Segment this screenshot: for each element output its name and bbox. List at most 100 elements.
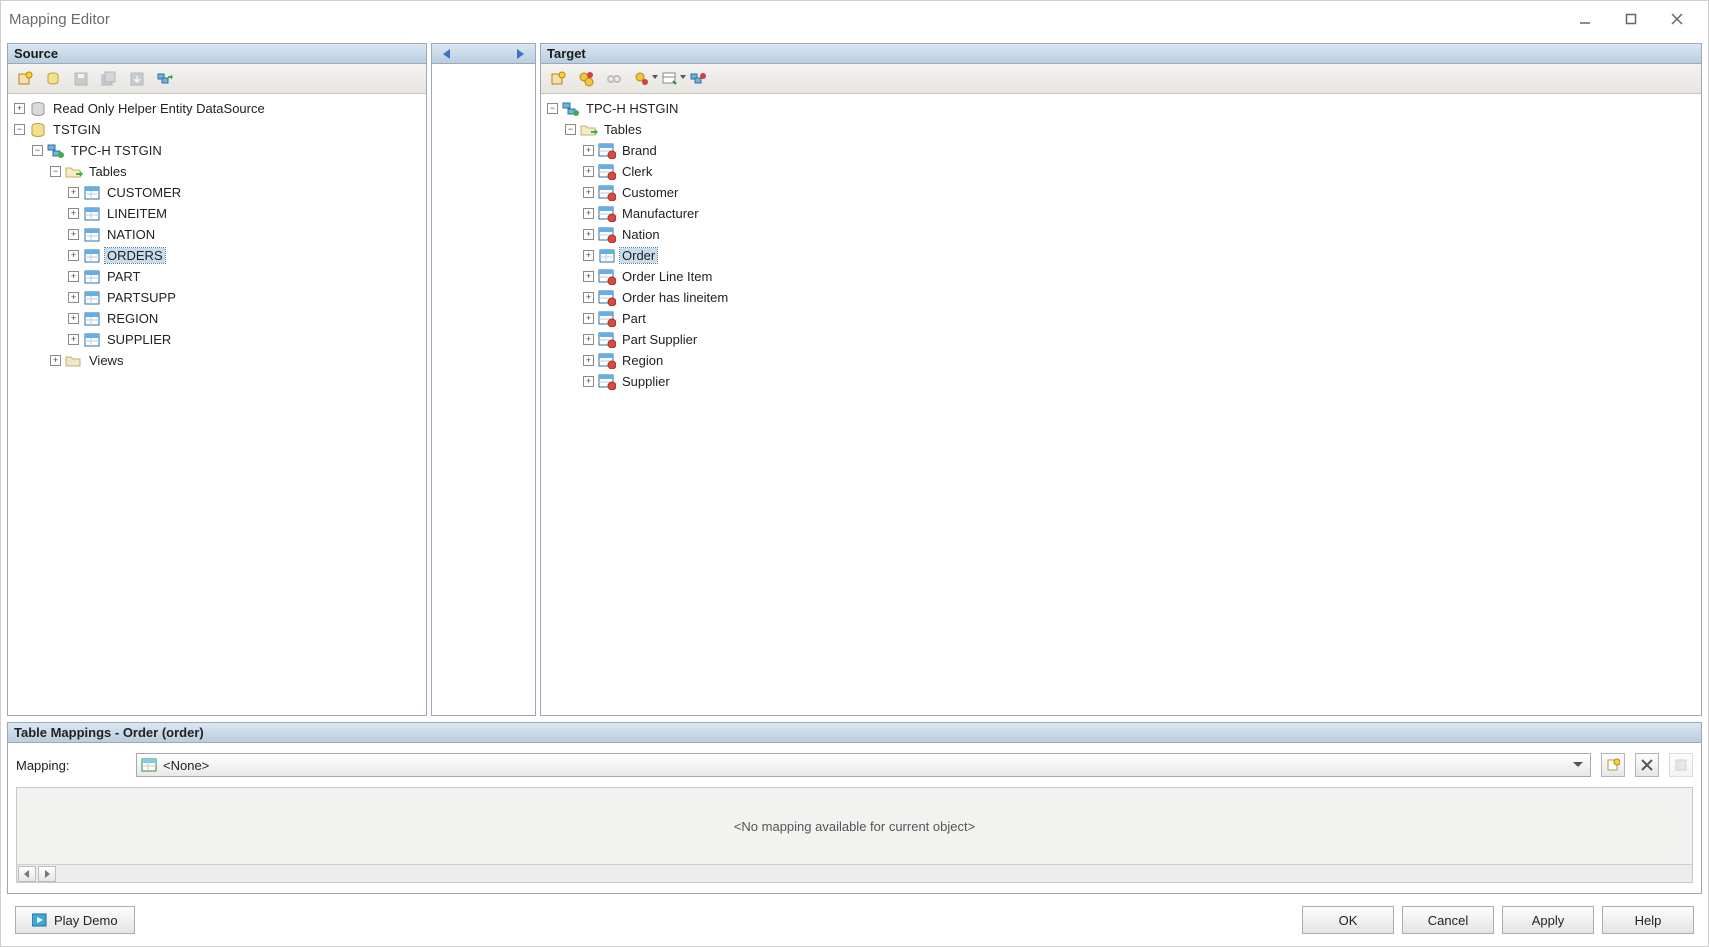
table-icon — [598, 374, 616, 390]
apply-button[interactable]: Apply — [1502, 906, 1594, 934]
scroll-left-icon[interactable] — [18, 866, 36, 882]
help-button[interactable]: Help — [1602, 906, 1694, 934]
source-root-helper[interactable]: +Read Only Helper Entity DataSource — [8, 98, 426, 119]
ok-button[interactable]: OK — [1302, 906, 1394, 934]
target-schema[interactable]: −TPC-H HSTGIN — [541, 98, 1701, 119]
play-demo-label: Play Demo — [54, 913, 118, 928]
folder-icon — [580, 122, 598, 138]
expand-icon[interactable]: + — [68, 208, 79, 219]
ok-label: OK — [1339, 913, 1358, 928]
expand-icon[interactable]: + — [68, 313, 79, 324]
collapse-icon[interactable]: − — [565, 124, 576, 135]
collapse-icon[interactable]: − — [547, 103, 558, 114]
target-table-customer[interactable]: +Customer — [541, 182, 1701, 203]
source-table-lineitem[interactable]: +LINEITEM — [8, 203, 426, 224]
table-icon — [598, 353, 616, 369]
expand-icon[interactable]: + — [68, 271, 79, 282]
mapping-canvas: <No mapping available for current object… — [16, 787, 1693, 883]
find-icon[interactable] — [154, 68, 176, 90]
tree-label: Supplier — [620, 374, 672, 389]
target-table-order[interactable]: +Order — [541, 245, 1701, 266]
expand-icon[interactable]: + — [68, 229, 79, 240]
source-schema[interactable]: − TPC-H TSTGIN — [8, 140, 426, 161]
source-table-part[interactable]: +PART — [8, 266, 426, 287]
target-tree[interactable]: −TPC-H HSTGIN−Tables+Brand+Clerk+Custome… — [541, 94, 1701, 715]
expand-icon[interactable]: + — [583, 313, 594, 324]
close-button[interactable] — [1654, 3, 1700, 35]
target-table-region[interactable]: +Region — [541, 350, 1701, 371]
table-icon — [83, 332, 101, 348]
expand-icon[interactable]: + — [583, 250, 594, 261]
expand-icon[interactable]: + — [68, 250, 79, 261]
new-schema-icon[interactable] — [42, 68, 64, 90]
source-table-customer[interactable]: + CUSTOMER — [8, 182, 426, 203]
expand-icon[interactable]: + — [583, 166, 594, 177]
source-header: Source — [8, 44, 426, 64]
source-table-partsupp[interactable]: +PARTSUPP — [8, 287, 426, 308]
expand-icon[interactable]: + — [583, 376, 594, 387]
target-tables-folder[interactable]: − Tables — [541, 119, 1701, 140]
window-title: Mapping Editor — [9, 11, 1562, 28]
target-find-icon[interactable] — [687, 68, 709, 90]
expand-icon[interactable]: + — [68, 187, 79, 198]
maximize-button[interactable] — [1608, 3, 1654, 35]
expand-icon[interactable]: + — [583, 208, 594, 219]
tree-label: NATION — [105, 227, 157, 242]
source-table-nation[interactable]: + NATION — [8, 224, 426, 245]
expand-icon[interactable]: + — [68, 334, 79, 345]
new-target-icon[interactable] — [547, 68, 569, 90]
source-tree[interactable]: +Read Only Helper Entity DataSource−TSTG… — [8, 94, 426, 715]
settings-dropdown-icon[interactable] — [631, 68, 653, 90]
cancel-button[interactable]: Cancel — [1402, 906, 1494, 934]
target-table-supplier[interactable]: + Supplier — [541, 371, 1701, 392]
collapse-icon[interactable]: − — [50, 166, 61, 177]
tree-label: Order has lineitem — [620, 290, 730, 305]
table-icon — [83, 290, 101, 306]
expand-icon[interactable]: + — [583, 271, 594, 282]
mapping-combo[interactable]: <None> — [136, 753, 1591, 777]
source-table-orders[interactable]: +ORDERS — [8, 245, 426, 266]
automap-icon[interactable] — [575, 68, 597, 90]
expand-icon[interactable]: + — [583, 355, 594, 366]
target-table-brand[interactable]: +Brand — [541, 140, 1701, 161]
expand-icon[interactable]: + — [583, 187, 594, 198]
target-table-order-line-item[interactable]: +Order Line Item — [541, 266, 1701, 287]
new-mapping-button[interactable] — [1601, 753, 1625, 777]
expand-icon[interactable]: + — [68, 292, 79, 303]
target-table-part[interactable]: +Part — [541, 308, 1701, 329]
minimize-button[interactable] — [1562, 3, 1608, 35]
tree-label: Tables — [602, 122, 644, 137]
expand-icon[interactable]: + — [583, 292, 594, 303]
play-demo-button[interactable]: Play Demo — [15, 906, 135, 934]
target-table-part-supplier[interactable]: +Part Supplier — [541, 329, 1701, 350]
titlebar: Mapping Editor — [1, 1, 1708, 37]
expand-icon[interactable]: + — [583, 334, 594, 345]
tree-label: CUSTOMER — [105, 185, 183, 200]
map-right-icon[interactable] — [511, 45, 529, 63]
collapse-icon[interactable]: − — [32, 145, 43, 156]
source-root-tstgin[interactable]: − TSTGIN — [8, 119, 426, 140]
tree-label: TPC-H TSTGIN — [69, 143, 164, 158]
scroll-right-icon[interactable] — [38, 866, 56, 882]
source-tables-folder[interactable]: −Tables — [8, 161, 426, 182]
view-dropdown-icon[interactable] — [659, 68, 681, 90]
source-table-region[interactable]: +REGION — [8, 308, 426, 329]
expand-icon[interactable]: + — [50, 355, 61, 366]
table-icon — [598, 269, 616, 285]
expand-icon[interactable]: + — [14, 103, 25, 114]
mappings-header: Table Mappings - Order (order) — [8, 723, 1701, 743]
mapping-scrollbar[interactable] — [17, 864, 1692, 882]
new-datasource-icon[interactable] — [14, 68, 36, 90]
expand-icon[interactable]: + — [583, 229, 594, 240]
source-table-supplier[interactable]: +SUPPLIER — [8, 329, 426, 350]
target-table-order-has-lineitem[interactable]: + Order has lineitem — [541, 287, 1701, 308]
target-table-clerk[interactable]: +Clerk — [541, 161, 1701, 182]
source-views-folder[interactable]: +Views — [8, 350, 426, 371]
target-table-nation[interactable]: +Nation — [541, 224, 1701, 245]
collapse-icon[interactable]: − — [14, 124, 25, 135]
expand-icon[interactable]: + — [583, 145, 594, 156]
target-table-manufacturer[interactable]: +Manufacturer — [541, 203, 1701, 224]
map-left-icon[interactable] — [438, 45, 456, 63]
delete-mapping-button[interactable] — [1635, 753, 1659, 777]
tree-label: TSTGIN — [51, 122, 103, 137]
